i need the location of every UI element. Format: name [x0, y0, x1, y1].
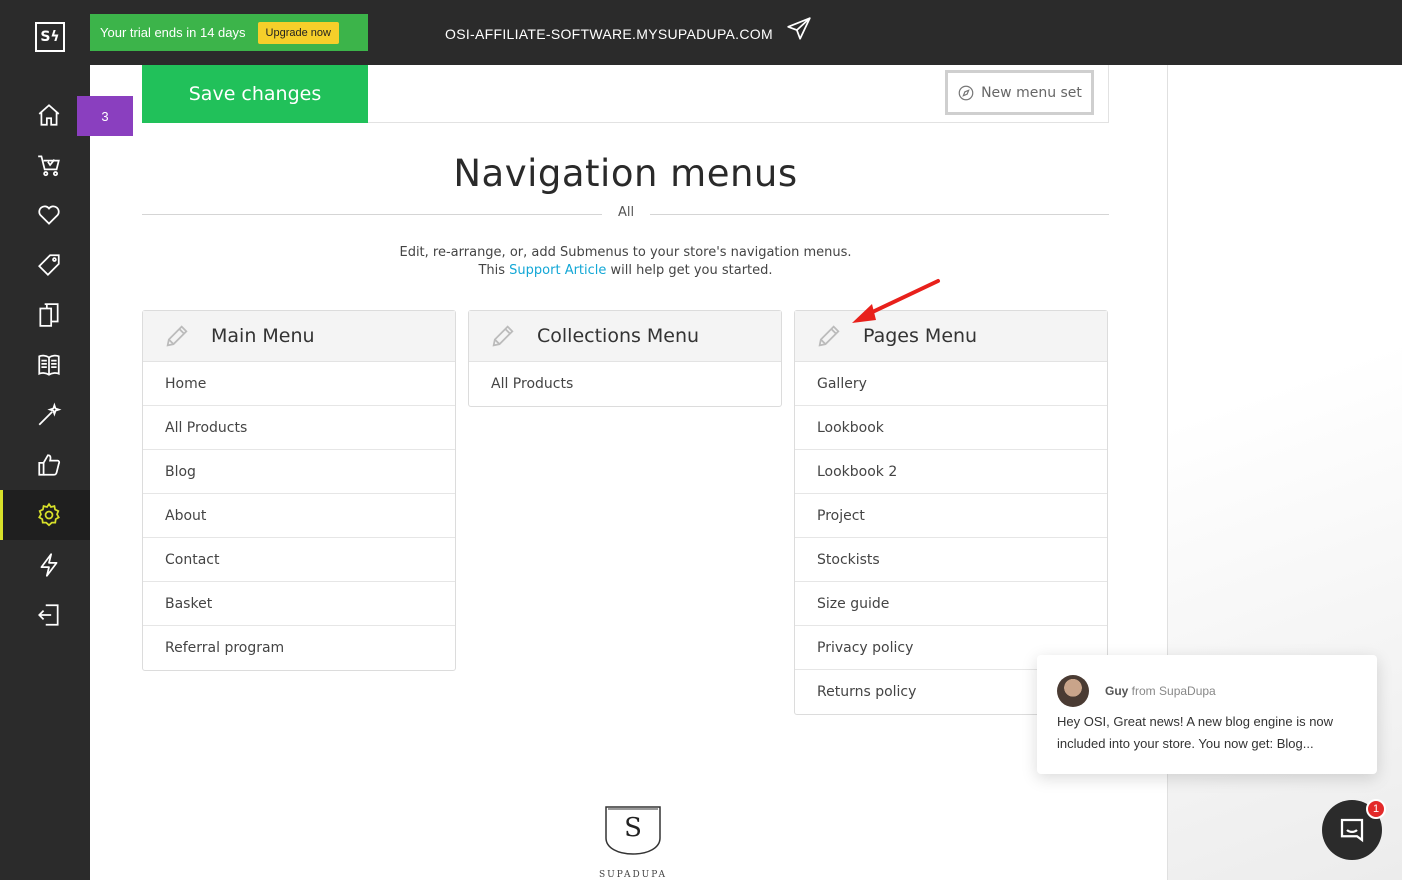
support-article-link[interactable]: Support Article: [509, 263, 606, 278]
sidebar-item-pages[interactable]: [0, 290, 90, 340]
filter-all[interactable]: All: [602, 205, 650, 220]
sidebar-item-orders[interactable]: [0, 140, 90, 190]
trial-banner: Your trial ends in 14 days Upgrade now: [90, 14, 368, 51]
pencil-icon[interactable]: [163, 322, 191, 350]
sidebar-item-customers[interactable]: [0, 190, 90, 240]
editor-toolbar: Save changes New menu set: [142, 65, 1109, 123]
store-domain[interactable]: OSI-AFFILIATE-SOFTWARE.MYSUPADUPA.COM: [445, 26, 773, 42]
magic-wand-icon: [38, 402, 62, 426]
chat-sender-name: Guy: [1105, 684, 1129, 698]
sidebar-item-logout[interactable]: [0, 590, 90, 640]
menu-card-header[interactable]: Main Menu: [143, 311, 455, 362]
trial-text: Your trial ends in 14 days: [100, 25, 246, 40]
description-text: will help get you started.: [606, 263, 773, 278]
chat-sender: Guy from SupaDupa: [1105, 684, 1216, 698]
sidebar-item-design[interactable]: [0, 390, 90, 440]
basket-icon: [38, 155, 60, 177]
menu-card-header[interactable]: Collections Menu: [469, 311, 781, 362]
page-title: Navigation menus: [453, 152, 798, 195]
menu-item[interactable]: Stockists: [795, 538, 1107, 582]
chat-icon: [1340, 818, 1364, 843]
sidebar: [0, 65, 90, 880]
app-logo[interactable]: Sϟ: [35, 22, 65, 52]
notification-badge[interactable]: 3: [77, 96, 133, 136]
upgrade-button[interactable]: Upgrade now: [257, 21, 339, 44]
paper-plane-icon[interactable]: [786, 16, 812, 42]
pages-icon: [39, 303, 59, 327]
logout-icon: [38, 604, 59, 626]
menu-item[interactable]: Lookbook: [795, 406, 1107, 450]
sidebar-item-marketing[interactable]: [0, 440, 90, 490]
menu-card-title: Main Menu: [211, 325, 315, 347]
save-changes-button[interactable]: Save changes: [142, 65, 368, 123]
divider: [142, 214, 602, 215]
pencil-icon[interactable]: [489, 322, 517, 350]
menu-item[interactable]: Referral program: [143, 626, 455, 670]
menu-item[interactable]: Basket: [143, 582, 455, 626]
gear-icon: [38, 502, 60, 527]
menu-card-header[interactable]: Pages Menu: [795, 311, 1107, 362]
chat-popup[interactable]: Guy from SupaDupa Hey OSI, Great news! A…: [1037, 655, 1377, 774]
description-text: This: [478, 263, 510, 278]
page-description: Edit, re-arrange, or, add Submenus to yo…: [142, 244, 1109, 280]
menu-item[interactable]: Contact: [143, 538, 455, 582]
logo-letter: S: [624, 813, 642, 843]
home-icon: [38, 104, 60, 126]
menu-card-title: Collections Menu: [537, 325, 700, 347]
sidebar-item-settings[interactable]: [0, 490, 90, 540]
lightning-icon: [40, 553, 58, 577]
menu-card-collections: Collections Menu All Products: [468, 310, 782, 407]
menu-item[interactable]: Gallery: [795, 362, 1107, 406]
footer-brand: SUPADUPA: [598, 870, 667, 880]
menu-item[interactable]: Home: [143, 362, 455, 406]
sidebar-item-apps[interactable]: [0, 540, 90, 590]
tag-icon: [38, 254, 60, 276]
annotation-arrow: [852, 279, 940, 323]
menu-item[interactable]: Project: [795, 494, 1107, 538]
supadupa-logo: S: [605, 806, 661, 855]
pencil-icon[interactable]: [815, 322, 843, 350]
chat-sender-from: from SupaDupa: [1128, 684, 1216, 698]
sidebar-item-blog[interactable]: [0, 340, 90, 390]
description-line: Edit, re-arrange, or, add Submenus to yo…: [399, 245, 852, 260]
book-icon: [38, 354, 60, 376]
menu-item[interactable]: Lookbook 2: [795, 450, 1107, 494]
menu-item[interactable]: About: [143, 494, 455, 538]
top-bar: Sϟ Your trial ends in 14 days Upgrade no…: [0, 0, 1402, 65]
compass-icon: [958, 85, 974, 100]
menu-card-main: Main Menu Home All Products Blog About C…: [142, 310, 456, 671]
chat-message: Hey OSI, Great news! A new blog engine i…: [1057, 714, 1334, 751]
menu-item[interactable]: All Products: [469, 362, 781, 406]
thumbs-up-icon: [38, 454, 61, 476]
menu-item[interactable]: All Products: [143, 406, 455, 450]
menu-item[interactable]: Size guide: [795, 582, 1107, 626]
menu-card-title: Pages Menu: [863, 325, 978, 347]
sidebar-item-products[interactable]: [0, 240, 90, 290]
heart-icon: [38, 205, 60, 225]
avatar: [1057, 675, 1089, 707]
chat-unread-badge: 1: [1366, 799, 1386, 819]
description-line: This Support Article will help get you s…: [142, 262, 1109, 280]
menu-item[interactable]: Blog: [143, 450, 455, 494]
divider: [650, 214, 1109, 215]
new-menu-set-label: New menu set: [981, 84, 1082, 101]
new-menu-set-button[interactable]: New menu set: [945, 70, 1094, 115]
